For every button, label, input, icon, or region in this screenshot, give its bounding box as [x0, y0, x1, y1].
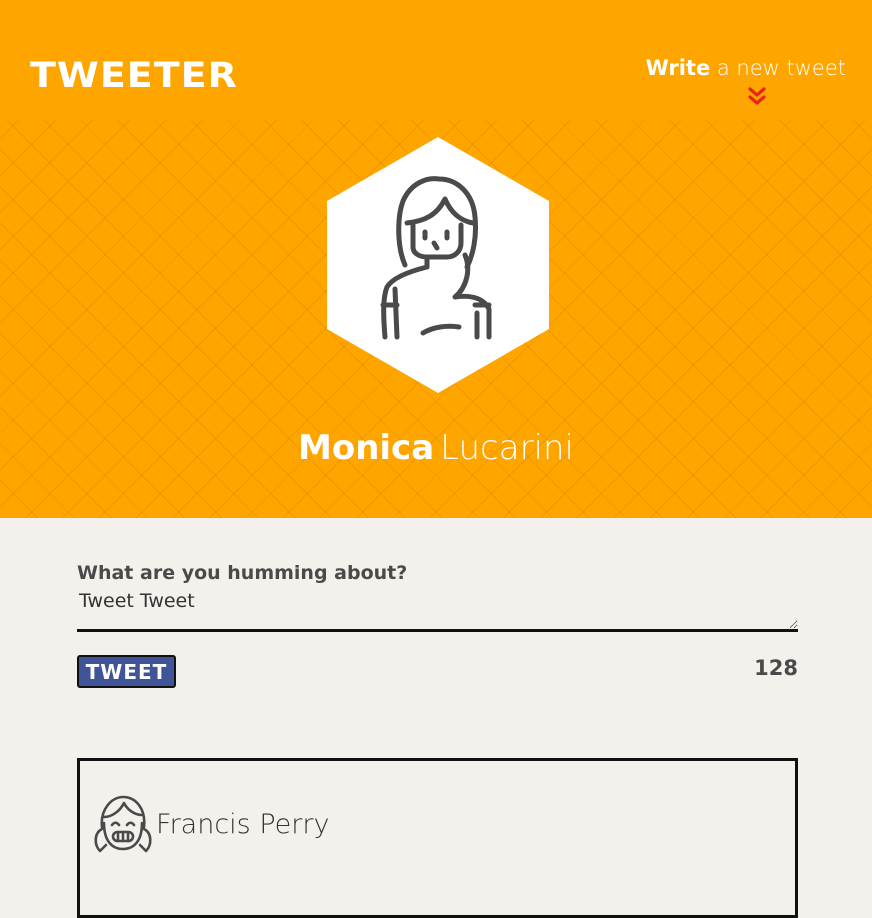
girl-smiling-avatar-icon: [94, 795, 152, 853]
profile-first-name: Monica: [298, 428, 435, 468]
char-counter: 128: [754, 656, 798, 680]
app-logo[interactable]: TWEETER: [30, 58, 238, 93]
compose-tweet-link[interactable]: Write a new tweet: [646, 58, 846, 79]
tweet-button[interactable]: TWEET: [77, 655, 176, 688]
tweet-card: Francis Perry: [77, 758, 798, 918]
profile-header: TWEETER Write a new tweet Monica Lucarin…: [0, 0, 872, 518]
compose-link-rest: a new tweet: [716, 56, 846, 80]
tweet-author-name[interactable]: Francis Perry: [156, 809, 329, 840]
compose-link-bold: Write: [645, 56, 711, 80]
double-chevron-down-icon[interactable]: [748, 87, 766, 107]
tweet-composer: What are you humming about? TWEET 128: [77, 562, 798, 688]
profile-avatar: [327, 137, 549, 393]
composer-label: What are you humming about?: [77, 562, 408, 584]
profile-name: Monica Lucarini: [0, 428, 872, 468]
tweet-textarea[interactable]: [77, 588, 798, 632]
profile-last-name: Lucarini: [440, 428, 574, 468]
top-nav: TWEETER Write a new tweet: [0, 0, 872, 120]
